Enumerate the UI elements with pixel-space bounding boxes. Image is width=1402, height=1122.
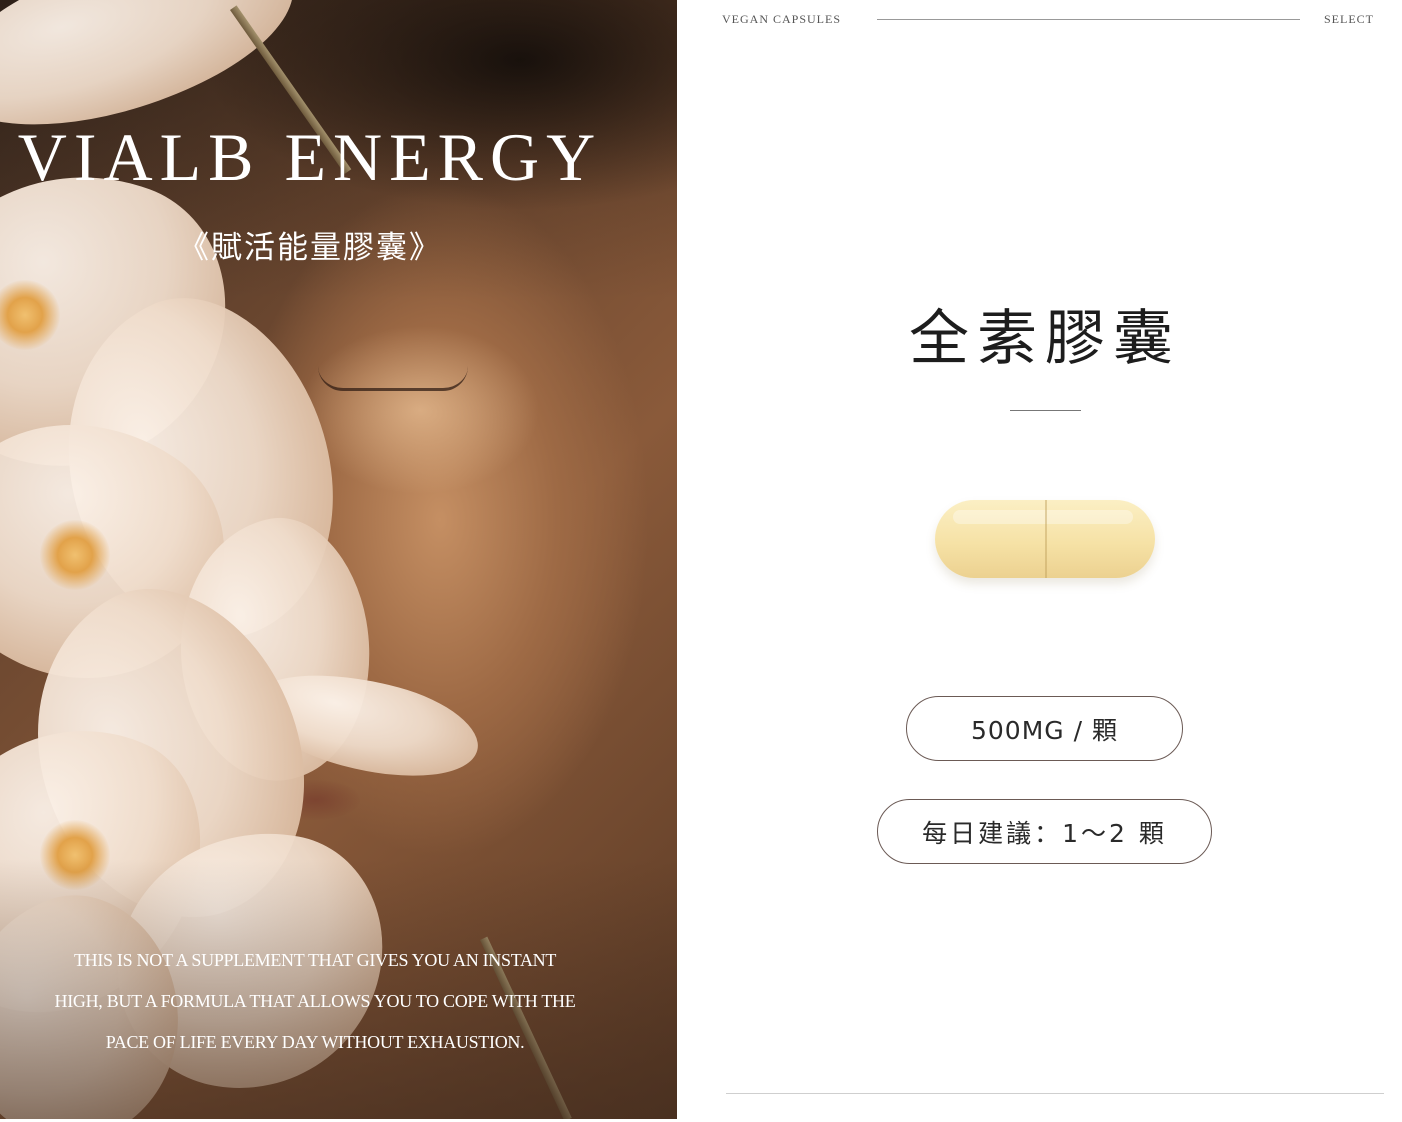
face-eye [318, 366, 468, 391]
hero-image-panel: VIALB ENERGY 《賦活能量膠囊》 THIS IS NOT A SUPP… [0, 0, 677, 1119]
flower-stamen [40, 520, 110, 590]
bottom-divider [726, 1093, 1384, 1094]
hero-tagline: THIS IS NOT A SUPPLEMENT THAT GIVES YOU … [20, 940, 610, 1063]
tagline-line: PACE OF LIFE EVERY DAY WITHOUT EXHAUSTIO… [105, 1032, 525, 1052]
title-divider [1010, 410, 1081, 411]
select-label: SELECT [1324, 12, 1374, 26]
section-label: VEGAN CAPSULES [722, 12, 842, 26]
brand-title: VIALB ENERGY [17, 119, 603, 195]
tagline-line: HIGH, BUT A FORMULA THAT ALLOWS YOU TO C… [54, 991, 576, 1011]
capsule-seam [1045, 500, 1047, 578]
tagline-line: THIS IS NOT A SUPPLEMENT THAT GIVES YOU … [73, 950, 557, 970]
dose-badge: 500MG / 顆 [906, 696, 1183, 761]
section-header: VEGAN CAPSULES SELECT [722, 8, 1374, 30]
product-title: 全素膠囊 [909, 304, 1181, 374]
daily-dosage-badge: 每日建議：1～2 顆 [877, 799, 1212, 864]
capsule-icon [935, 500, 1155, 578]
capsule-shine [953, 510, 1133, 524]
header-divider [877, 19, 1300, 20]
product-subtitle: 《賦活能量膠囊》 [178, 230, 442, 266]
